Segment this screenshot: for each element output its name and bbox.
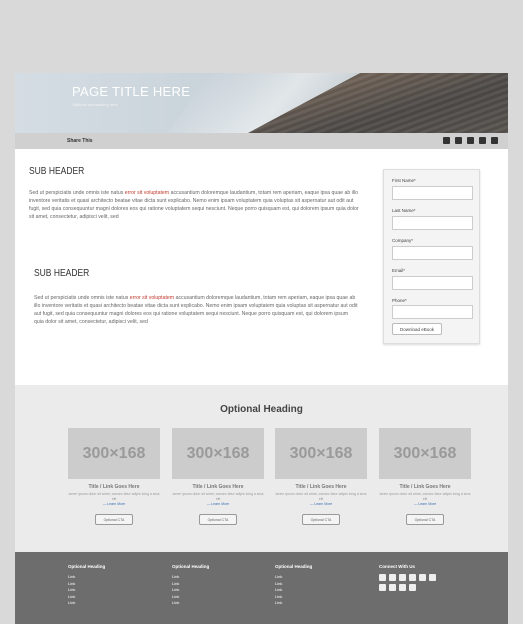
learn-more-link[interactable]: — Learn More [275,502,367,506]
card-thumbnail: 300×168 [275,428,367,479]
card-thumbnail: 300×168 [172,428,264,479]
footer-column: Optional Heading Link Link Link Link Lin… [172,564,209,607]
footer-column-heading: Optional Heading [275,564,313,569]
card-description: lorem ipsum dolor sit amet, consec tetur… [68,492,160,501]
inline-link[interactable]: error sit voluptatem [130,295,174,301]
footer: Optional Heading Link Link Link Link Lin… [15,552,508,624]
hero-banner: PAGE TITLE HERE Optional subheading here [15,73,508,133]
page-title: PAGE TITLE HERE [72,84,191,99]
card-description: lorem ipsum dolor sit amet, consec tetur… [275,492,367,501]
footer-link[interactable]: Link [68,600,105,607]
learn-more-link[interactable]: — Learn More [379,502,471,506]
footer-column-heading: Optional Heading [172,564,210,569]
more-icon[interactable] [491,137,498,144]
card-description: lorem ipsum dolor sit amet, consec tetur… [379,492,471,501]
phone-label: Phone* [392,298,407,303]
body-paragraph: Sed ut perspiciatis unde omnis iste natu… [34,295,358,325]
card-thumbnail: 300×168 [68,428,160,479]
last-name-label: Last Name* [392,208,416,213]
card-title-link[interactable]: Title / Link Goes Here [172,484,264,490]
optional-heading: Optional Heading [220,404,303,415]
last-name-field[interactable] [392,216,473,230]
footer-column: Optional Heading Link Link Link Link Lin… [68,564,105,607]
youtube-icon[interactable] [399,574,406,581]
share-label: Share This [67,138,93,144]
twitter-icon[interactable] [389,574,396,581]
optional-cta-button[interactable]: Optional CTA [406,514,444,525]
card-title-link[interactable]: Title / Link Goes Here [275,484,367,490]
connect-heading: Connect With Us [379,564,415,569]
first-name-label: First Name* [392,178,416,183]
card-thumbnail: 300×168 [379,428,471,479]
phone-field[interactable] [392,305,473,319]
flickr-icon[interactable] [389,584,396,591]
company-field[interactable] [392,246,473,260]
download-ebook-button[interactable]: Download eBook [392,323,442,335]
google-plus-icon[interactable] [429,574,436,581]
facebook-icon[interactable] [443,137,450,144]
email-label: Email* [392,268,406,273]
share-bar: Share This [15,133,508,149]
main-content: SUB HEADER Sed ut perspiciatis unde omni… [15,149,508,385]
linkedin-icon[interactable] [409,574,416,581]
optional-cta-button[interactable]: Optional CTA [302,514,340,525]
company-label: Company* [392,238,414,243]
inline-link[interactable]: error sit voluptatem [125,190,169,196]
first-name-field[interactable] [392,186,473,200]
rss-icon[interactable] [419,574,426,581]
pinterest-icon[interactable] [409,584,416,591]
footer-column: Optional Heading Link Link Link Link Lin… [275,564,312,607]
optional-cta-button[interactable]: Optional CTA [199,514,237,525]
sub-header: SUB HEADER [29,166,85,177]
sub-header: SUB HEADER [34,268,90,279]
share-icons [443,137,498,144]
learn-more-link[interactable]: — Learn More [68,502,160,506]
optional-cta-button[interactable]: Optional CTA [95,514,133,525]
instagram-icon[interactable] [399,584,406,591]
social-icons [379,574,441,591]
optional-section: Optional Heading 300×168 Title / Link Go… [15,385,508,552]
content-card: 300×168 Title / Link Goes Here lorem ips… [172,428,264,525]
lead-form: First Name* Last Name* Company* Email* P… [383,169,480,344]
card-title-link[interactable]: Title / Link Goes Here [68,484,160,490]
print-icon[interactable] [479,137,486,144]
body-paragraph: Sed ut perspiciatis unde omnis iste natu… [29,190,359,220]
content-card: 300×168 Title / Link Goes Here lorem ips… [68,428,160,525]
footer-link[interactable]: Link [275,600,312,607]
email-field[interactable] [392,276,473,290]
card-title-link[interactable]: Title / Link Goes Here [379,484,471,490]
linkedin-icon[interactable] [455,137,462,144]
content-card: 300×168 Title / Link Goes Here lorem ips… [379,428,471,525]
email-icon[interactable] [467,137,474,144]
footer-connect: Connect With Us [379,564,441,591]
skype-icon[interactable] [379,584,386,591]
learn-more-link[interactable]: — Learn More [172,502,264,506]
content-card: 300×168 Title / Link Goes Here lorem ips… [275,428,367,525]
page-subtitle: Optional subheading here [72,102,118,107]
footer-column-heading: Optional Heading [68,564,106,569]
facebook-icon[interactable] [379,574,386,581]
card-description: lorem ipsum dolor sit amet, consec tetur… [172,492,264,501]
footer-link[interactable]: Link [172,600,209,607]
